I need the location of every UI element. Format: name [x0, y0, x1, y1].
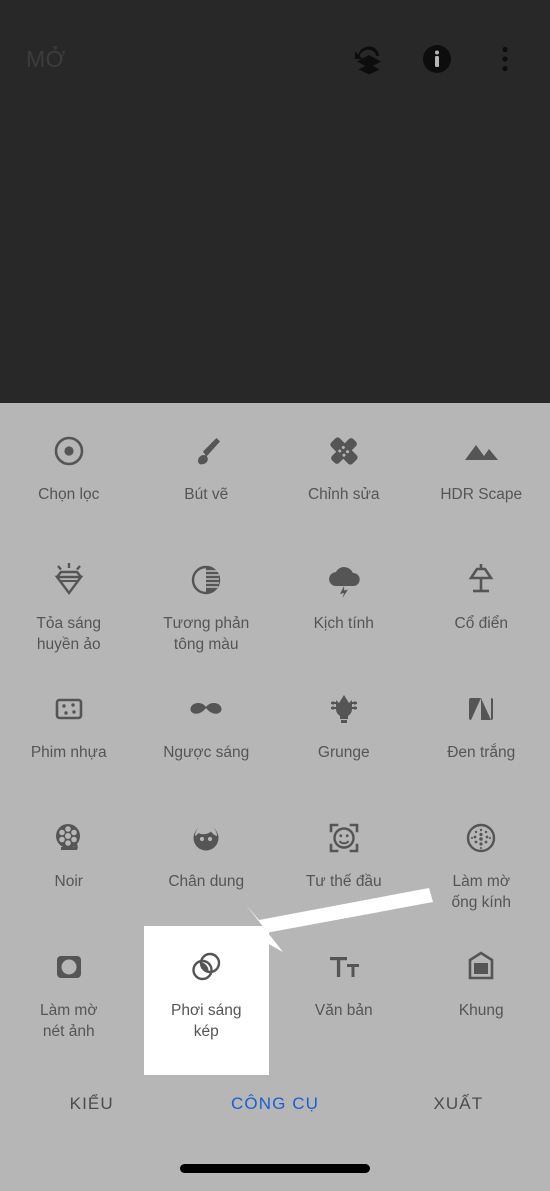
tool-item-tu-the-dau[interactable]: Tư thế đầu: [275, 805, 413, 934]
mustache-icon: [183, 686, 229, 732]
photo-canvas[interactable]: MỞ: [0, 0, 550, 403]
tool-label: Grunge: [317, 744, 370, 761]
tool-item-chan-dung[interactable]: Chân dung: [138, 805, 276, 934]
tool-label: Phơi sáng kép: [171, 1002, 242, 1040]
frame-icon: [458, 944, 504, 990]
tool-item-van-ban[interactable]: Văn bản: [275, 934, 413, 1063]
vignette-icon: [46, 944, 92, 990]
tool-item-lam-mo-net-anh[interactable]: Làm mờ nét ảnh: [0, 934, 138, 1063]
tool-item-tuong-phan[interactable]: Tương phản tông màu: [138, 547, 276, 676]
tool-item-noir[interactable]: Noir: [0, 805, 138, 934]
tool-label: Văn bản: [314, 1002, 373, 1019]
tool-label: Làm mờ nét ảnh: [39, 1002, 98, 1040]
brush-icon: [183, 428, 229, 474]
tool-label: Chọn lọc: [38, 486, 100, 503]
tab-kieu[interactable]: KIỂU: [0, 1094, 183, 1114]
storm-cloud-icon: [321, 557, 367, 603]
app-screen: MỞ Chọn lọc Bút vẽ Chỉnh sửa HDR Scape T…: [0, 0, 550, 1191]
tool-label: Chân dung: [168, 873, 245, 890]
mountains-icon: [458, 428, 504, 474]
tool-label: Cổ điển: [454, 615, 508, 632]
tool-label: Làm mờ ống kính: [451, 873, 511, 911]
tool-label: Đen trắng: [447, 744, 516, 761]
tonal-contrast-icon: [183, 557, 229, 603]
head-pose-icon: [321, 815, 367, 861]
home-indicator[interactable]: [180, 1164, 370, 1173]
tool-label: Kịch tính: [313, 615, 374, 632]
portrait-face-icon: [183, 815, 229, 861]
lens-blur-dots-icon: [458, 815, 504, 861]
film-reel-icon: [46, 815, 92, 861]
lens-blur-target-icon: [46, 428, 92, 474]
bottom-tab-bar: KIỂU CÔNG CỤ XUẤT: [0, 1074, 550, 1134]
tool-item-hdr-scape[interactable]: HDR Scape: [413, 418, 550, 547]
tool-label: Phim nhựa: [30, 744, 107, 761]
tool-label: HDR Scape: [440, 486, 523, 503]
tool-item-chon-loc[interactable]: Chọn lọc: [0, 418, 138, 547]
page-title: MỞ: [26, 45, 66, 72]
double-exposure-icon: [183, 944, 229, 990]
text-tt-icon: [321, 944, 367, 990]
lamp-icon: [458, 557, 504, 603]
tool-grid: Chọn lọc Bút vẽ Chỉnh sửa HDR Scape Tỏa sáng…: [0, 403, 550, 1075]
diamond-glow-icon: [46, 557, 92, 603]
tool-item-co-dien[interactable]: Cổ điển: [413, 547, 550, 676]
guitar-head-icon: [321, 686, 367, 732]
tab-cong-cu[interactable]: CÔNG CỤ: [183, 1094, 366, 1114]
tab-xuat[interactable]: XUẤT: [367, 1094, 550, 1114]
info-icon[interactable]: [414, 36, 460, 82]
tool-item-chinh-sua[interactable]: Chỉnh sửa: [275, 418, 413, 547]
app-bar: MỞ: [0, 0, 550, 118]
tool-item-but-ve[interactable]: Bút vẽ: [138, 418, 276, 547]
tool-item-den-trang[interactable]: Đen trắng: [413, 676, 550, 805]
tool-label: Khung: [458, 1002, 504, 1019]
tool-item-nguoc-sang[interactable]: Ngược sáng: [138, 676, 276, 805]
tools-panel: Chọn lọc Bút vẽ Chỉnh sửa HDR Scape Tỏa sáng…: [0, 403, 550, 1191]
tool-label: Chỉnh sửa: [307, 486, 380, 503]
overflow-menu-icon[interactable]: [482, 36, 528, 82]
tool-item-grunge[interactable]: Grunge: [275, 676, 413, 805]
tool-label: Ngược sáng: [163, 744, 250, 761]
tool-item-kich-tinh[interactable]: Kịch tính: [275, 547, 413, 676]
tool-item-phim-nhua[interactable]: Phim nhựa: [0, 676, 138, 805]
tool-label: Tỏa sáng huyền ảo: [36, 615, 102, 653]
tool-label: Bút vẽ: [184, 486, 229, 503]
undo-layers-icon[interactable]: [346, 36, 392, 82]
black-white-icon: [458, 686, 504, 732]
tool-item-lam-mo-ong-kinh[interactable]: Làm mờ ống kính: [413, 805, 550, 934]
healing-patch-icon: [321, 428, 367, 474]
tool-item-khung[interactable]: Khung: [413, 934, 550, 1063]
tool-item-toa-sang[interactable]: Tỏa sáng huyền ảo: [0, 547, 138, 676]
tool-label: Noir: [54, 873, 83, 890]
tool-label: Tương phản tông màu: [163, 615, 250, 653]
film-grain-icon: [46, 686, 92, 732]
tool-label: Tư thế đầu: [305, 873, 382, 890]
tool-item-phoi-sang-kep[interactable]: Phơi sáng kép: [143, 926, 269, 1075]
